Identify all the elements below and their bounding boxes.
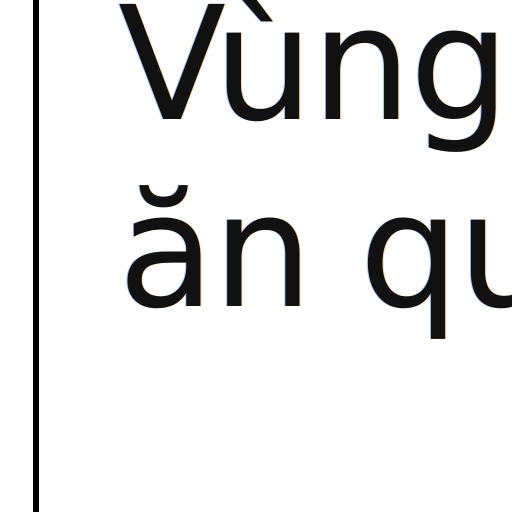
document-text-line: ăn qu (118, 160, 512, 344)
zoomed-document-view: Vùng ăn qu (0, 0, 512, 512)
document-text-block: Vùng ăn qu (118, 0, 512, 512)
left-page-border (33, 0, 39, 512)
document-text-line: Vùng (118, 0, 510, 157)
